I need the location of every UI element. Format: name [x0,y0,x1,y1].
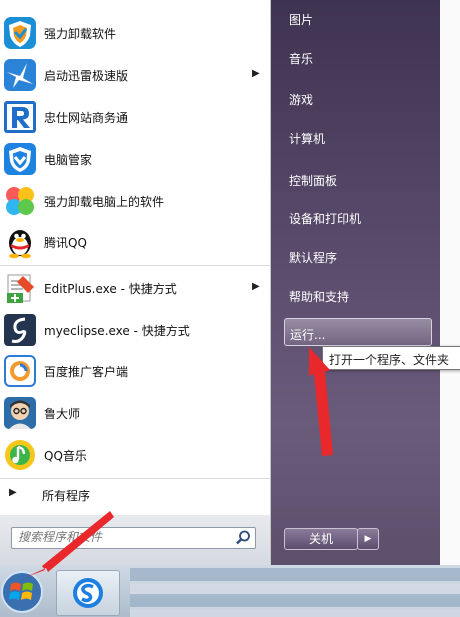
screenshot: 图片 音乐 游戏 计算机 控制面板 设备和打印机 默认程序 帮助和支持 运行..… [0,0,460,617]
red-arrow-to-run-icon [309,347,333,456]
annotation-arrow-overlay [24,347,333,578]
red-arrow-to-start-icon [24,511,114,578]
